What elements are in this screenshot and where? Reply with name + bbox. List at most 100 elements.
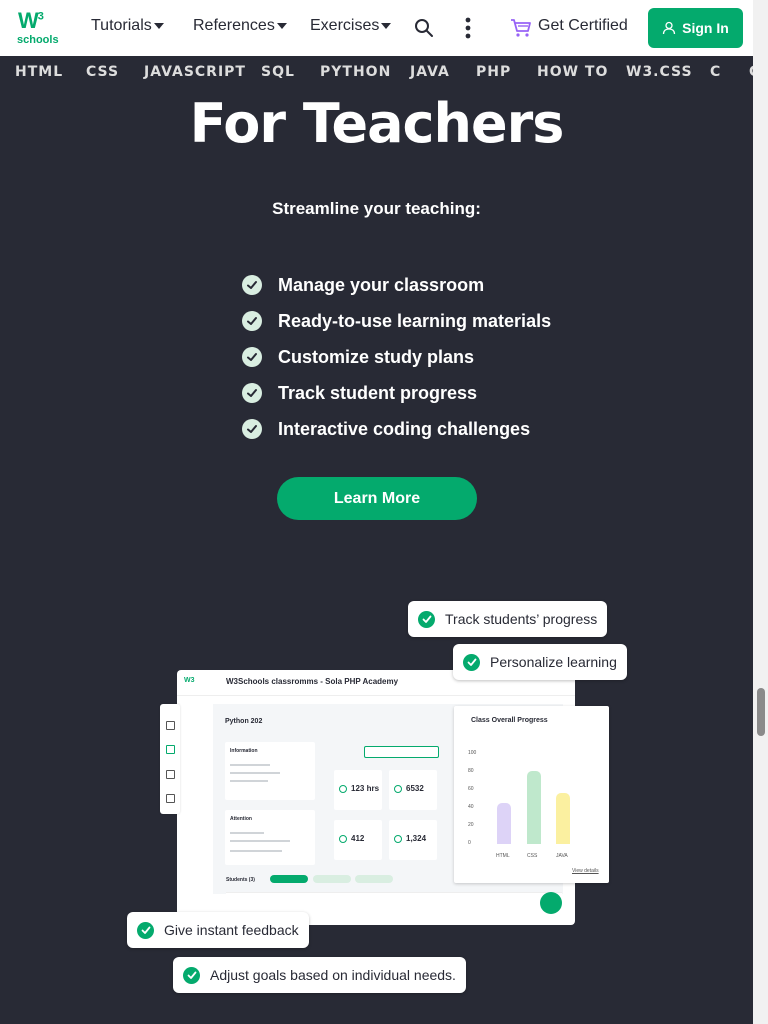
learn-more-button[interactable]: Learn More	[277, 477, 477, 520]
feature-item: Track student progress	[242, 375, 551, 411]
mockup-sidebar	[160, 704, 180, 814]
nav-exercises-label: Exercises	[310, 17, 380, 34]
more-vertical-icon[interactable]	[462, 16, 474, 40]
tag-text: Track students’ progress	[445, 611, 598, 627]
subnav-item-javascript[interactable]: JAVASCRIPT	[144, 64, 246, 80]
check-icon	[242, 347, 262, 367]
subnav-item-sql[interactable]: SQL	[261, 64, 295, 80]
cart-icon[interactable]	[510, 18, 532, 38]
subnav-item-python[interactable]: PYTHON	[320, 64, 391, 80]
subnav-item-java[interactable]: JAVA	[410, 64, 450, 80]
subnav-item-c[interactable]: C	[710, 64, 721, 80]
subnav-item-w3css[interactable]: W3.CSS	[626, 64, 693, 80]
student-search-dropdown	[364, 746, 439, 758]
y-tick-label: 20	[468, 822, 474, 828]
search-icon[interactable]	[414, 18, 434, 38]
attention-card: Attention	[225, 810, 315, 865]
graduation-cap-icon	[166, 770, 175, 779]
tab-pill	[355, 875, 393, 883]
students-count-label: Students (3)	[226, 877, 255, 883]
attention-heading: Attention	[230, 816, 252, 822]
check-icon	[242, 311, 262, 331]
tab-pill	[270, 875, 308, 883]
nav-exercises[interactable]: Exercises	[310, 17, 392, 35]
stat-card: 412	[334, 820, 382, 860]
caret-down-icon	[153, 22, 164, 29]
stat-card: 6532	[389, 770, 437, 810]
user-icon	[663, 21, 676, 35]
nav-tutorials[interactable]: Tutorials	[91, 17, 164, 35]
check-icon	[242, 419, 262, 439]
w3schools-logo[interactable]: W3 schools	[16, 8, 60, 48]
chart-title: Class Overall Progress	[471, 717, 548, 724]
scrollbar-thumb[interactable]	[757, 688, 765, 736]
page-subtitle: Streamline your teaching:	[272, 199, 481, 218]
x-tick-label: CSS	[527, 853, 538, 859]
x-tick-label: HTML	[496, 853, 510, 859]
stat-value: 412	[351, 834, 365, 843]
chart-bar	[527, 771, 541, 844]
subnav-item-css[interactable]: CSS	[86, 64, 119, 80]
users-icon	[166, 794, 175, 803]
feature-text: Track student progress	[278, 382, 478, 403]
sign-in-label: Sign In	[682, 20, 729, 36]
feature-item: Ready-to-use learning materials	[242, 303, 551, 339]
subject-navbar: HTML CSS JAVASCRIPT SQL PYTHON JAVA PHP …	[0, 56, 753, 90]
feature-item: Manage your classroom	[242, 267, 551, 303]
tag-text: Adjust goals based on individual needs.	[210, 967, 456, 983]
feature-text: Ready-to-use learning materials	[278, 310, 552, 331]
caret-down-icon	[381, 22, 392, 29]
subnav-item-html[interactable]: HTML	[15, 64, 63, 80]
page-title: For Teachers	[189, 92, 565, 155]
subnav-item-howto[interactable]: HOW TO	[537, 64, 608, 80]
check-circle-icon	[463, 653, 480, 671]
stat-value: 1,324	[406, 834, 427, 843]
logo-schools-text: schools	[17, 34, 59, 46]
feature-item: Customize study plans	[242, 339, 551, 375]
check-icon	[242, 383, 262, 403]
y-tick-label: 100	[468, 750, 477, 756]
check-circle-icon	[183, 966, 200, 984]
mockup-title: W3Schools classromms - Sola PHP Academy	[226, 677, 399, 686]
nav-references[interactable]: References	[193, 17, 287, 35]
sign-in-button[interactable]: Sign In	[648, 8, 743, 48]
info-card: Information	[225, 742, 315, 800]
stat-value: 123 hrs	[351, 784, 380, 793]
book-icon	[166, 721, 175, 730]
check-circle-icon	[137, 921, 154, 939]
stat-card: 123 hrs	[334, 770, 382, 810]
tab-pill	[313, 875, 351, 883]
page-scrollbar[interactable]	[753, 0, 768, 1024]
y-tick-label: 60	[468, 786, 474, 792]
class-progress-chart: Class Overall Progress 100 80 60 40 20 0…	[454, 706, 609, 883]
info-heading: Information	[230, 748, 258, 754]
feature-item: Interactive coding challenges	[242, 411, 551, 447]
feature-text: Interactive coding challenges	[278, 418, 531, 439]
view-details-link: View details	[572, 868, 599, 874]
y-tick-label: 0	[468, 840, 471, 846]
feature-text: Manage your classroom	[278, 274, 485, 295]
stat-value: 6532	[406, 784, 424, 793]
mockup-course-title: Python 202	[225, 718, 263, 725]
tag-track-progress: Track students’ progress	[408, 601, 608, 637]
print-icon	[540, 892, 562, 914]
nav-tutorials-label: Tutorials	[91, 17, 152, 34]
nav-references-label: References	[193, 17, 275, 34]
feature-text: Customize study plans	[278, 346, 475, 367]
subnav-item-php[interactable]: PHP	[476, 64, 511, 80]
logo-w3: W3	[18, 8, 44, 33]
tag-text: Give instant feedback	[164, 922, 299, 938]
mockup-logo: W3	[184, 677, 195, 684]
y-tick-label: 40	[468, 804, 474, 810]
caret-down-icon	[276, 22, 287, 29]
chart-bar	[497, 803, 511, 844]
tag-text: Personalize learning	[490, 654, 617, 670]
monitor-icon	[166, 745, 175, 754]
get-certified-link[interactable]: Get Certified	[538, 17, 628, 35]
top-navbar: W3 schools Tutorials References Exercise…	[0, 0, 753, 56]
check-icon	[242, 275, 262, 295]
check-circle-icon	[418, 610, 435, 628]
feature-list: Manage your classroom Ready-to-use learn…	[242, 267, 551, 447]
tag-personalize-learning: Personalize learning	[453, 644, 627, 680]
tag-instant-feedback: Give instant feedback	[127, 912, 309, 948]
